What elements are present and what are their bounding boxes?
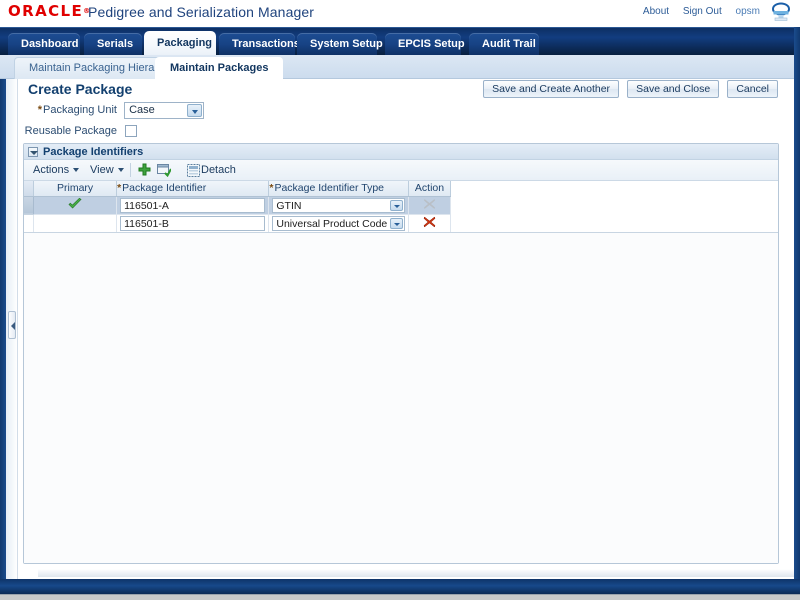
tab-serials[interactable]: Serials [84, 33, 142, 56]
package-identifier-input[interactable]: 116501-B [120, 215, 266, 231]
row-handle-header [24, 181, 35, 197]
sign-out-link[interactable]: Sign Out [683, 6, 722, 17]
row-handle[interactable] [24, 214, 35, 233]
global-links: About Sign Out opsm [643, 6, 760, 17]
tab-audit-trail[interactable]: Audit Trail [469, 33, 539, 56]
green-check-icon [68, 197, 82, 208]
package-identifier-type-value: Universal Product Code [276, 217, 388, 230]
oracle-logo: ORACLE® [8, 2, 92, 21]
package-identifier-type-value: GTIN [276, 199, 302, 212]
page-title: Create Package [28, 81, 133, 97]
table-row[interactable]: 116501-A GTIN [24, 196, 778, 215]
chevron-down-icon [73, 168, 80, 173]
column-package-identifier-type[interactable]: *Package Identifier Type [268, 181, 410, 197]
packaging-unit-row: *Packaging Unit Case [19, 101, 319, 119]
tab-system-setup[interactable]: System Setup [297, 33, 383, 56]
page-action-buttons: Save and Create Another Save and Close C… [478, 80, 778, 98]
cell-action[interactable] [408, 214, 451, 233]
tab-transactions[interactable]: Transactions [219, 33, 300, 56]
packaging-unit-select[interactable]: Case [124, 101, 205, 119]
cell-package-identifier-type[interactable]: Universal Product Code [268, 214, 410, 233]
delete-x-icon-disabled [424, 198, 435, 209]
cell-package-identifier[interactable]: 116501-A [116, 196, 270, 215]
application-title: Pedigree and Serialization Manager [88, 4, 314, 20]
brand-header: ORACLE® Pedigree and Serialization Manag… [0, 0, 800, 27]
sidebar-splitter[interactable] [6, 79, 18, 579]
oracle-logo-text: ORACLE [8, 2, 84, 20]
application-window: ORACLE® Pedigree and Serialization Manag… [0, 0, 800, 600]
main-tab-strip: Dashboard Serials Packaging Transactions… [0, 27, 800, 56]
page-bottom-shadow [38, 569, 800, 577]
reusable-package-row: Reusable Package [19, 122, 319, 140]
chevron-down-icon[interactable] [28, 147, 38, 157]
column-primary[interactable]: Primary [33, 181, 118, 197]
tab-dashboard[interactable]: Dashboard [8, 33, 80, 56]
cancel-button[interactable]: Cancel [727, 80, 778, 98]
packaging-unit-value: Case [129, 103, 155, 116]
required-indicator: * [269, 182, 274, 195]
chevron-left-icon [11, 322, 15, 330]
column-package-identifier[interactable]: *Package Identifier [116, 181, 270, 197]
package-identifiers-table: Primary *Package Identifier *Package Ide… [24, 181, 778, 233]
package-identifier-type-select[interactable]: GTIN [272, 197, 406, 213]
cell-primary[interactable] [33, 196, 118, 215]
reusable-package-checkbox[interactable] [125, 125, 138, 137]
cell-filler [450, 214, 778, 232]
cell-primary[interactable] [33, 214, 118, 233]
footer-strip [0, 594, 800, 600]
panel-header: Package Identifiers [24, 144, 778, 160]
package-identifier-type-select[interactable]: Universal Product Code [272, 215, 406, 231]
column-filler [450, 181, 778, 197]
duplicate-row-icon[interactable] [157, 164, 171, 177]
save-and-close-button[interactable]: Save and Close [627, 80, 720, 98]
table-row[interactable]: 116501-B Universal Product Code [24, 214, 778, 233]
page-header: Create Package Save and Create Another S… [19, 79, 800, 101]
delete-x-icon[interactable] [423, 216, 436, 228]
table-body: 116501-A GTIN 116501-B Universal Product… [24, 196, 778, 233]
detach-label[interactable]: Detach [201, 163, 236, 178]
chevron-down-icon [187, 103, 203, 117]
panel-title: Package Identifiers [43, 146, 144, 158]
actions-menu-button[interactable]: Actions [30, 163, 82, 178]
page-body: Create Package Save and Create Another S… [0, 79, 800, 579]
tab-packaging[interactable]: Packaging [144, 31, 216, 56]
footer-band [0, 579, 800, 594]
row-handle[interactable] [24, 196, 35, 215]
package-identifier-input[interactable]: 116501-A [120, 197, 266, 213]
sidebar-collapse-handle[interactable] [8, 311, 16, 339]
required-indicator: * [37, 104, 42, 116]
current-user-label: opsm [735, 6, 760, 17]
cell-filler [450, 196, 778, 214]
chevron-down-icon [390, 199, 404, 211]
detach-icon[interactable] [187, 164, 200, 177]
view-menu-button[interactable]: View [87, 163, 127, 178]
page-content: Create Package Save and Create Another S… [19, 79, 800, 579]
reusable-package-label: Reusable Package [24, 125, 117, 137]
plus-icon[interactable] [137, 163, 152, 178]
tab-epcis-setup[interactable]: EPCIS Setup [385, 33, 465, 56]
create-package-form: *Packaging Unit Case Reusable Package [19, 101, 800, 143]
package-identifiers-panel: Package Identifiers Actions View Detach … [23, 143, 779, 564]
chevron-down-icon [117, 168, 124, 173]
toolbar-separator [130, 163, 131, 177]
about-link[interactable]: About [643, 6, 669, 17]
cell-package-identifier[interactable]: 116501-B [116, 214, 270, 233]
sub-tab-strip: Maintain Packaging Hierarchy Maintain Pa… [0, 55, 800, 79]
cell-action [408, 196, 451, 215]
save-and-create-another-button[interactable]: Save and Create Another [483, 80, 620, 98]
column-action[interactable]: Action [408, 181, 451, 197]
chevron-down-icon [390, 217, 404, 229]
monitor-icon[interactable] [770, 2, 792, 22]
table-header: Primary *Package Identifier *Package Ide… [24, 181, 778, 197]
panel-empty-area [24, 233, 778, 563]
table-header-row: Primary *Package Identifier *Package Ide… [24, 181, 778, 197]
right-rail [794, 27, 800, 579]
required-indicator: * [117, 182, 122, 195]
packaging-unit-label: *Packaging Unit [37, 104, 117, 116]
cell-package-identifier-type[interactable]: GTIN [268, 196, 410, 215]
table-toolbar: Actions View Detach [24, 160, 778, 181]
subtab-maintain-packages[interactable]: Maintain Packages [155, 57, 284, 79]
